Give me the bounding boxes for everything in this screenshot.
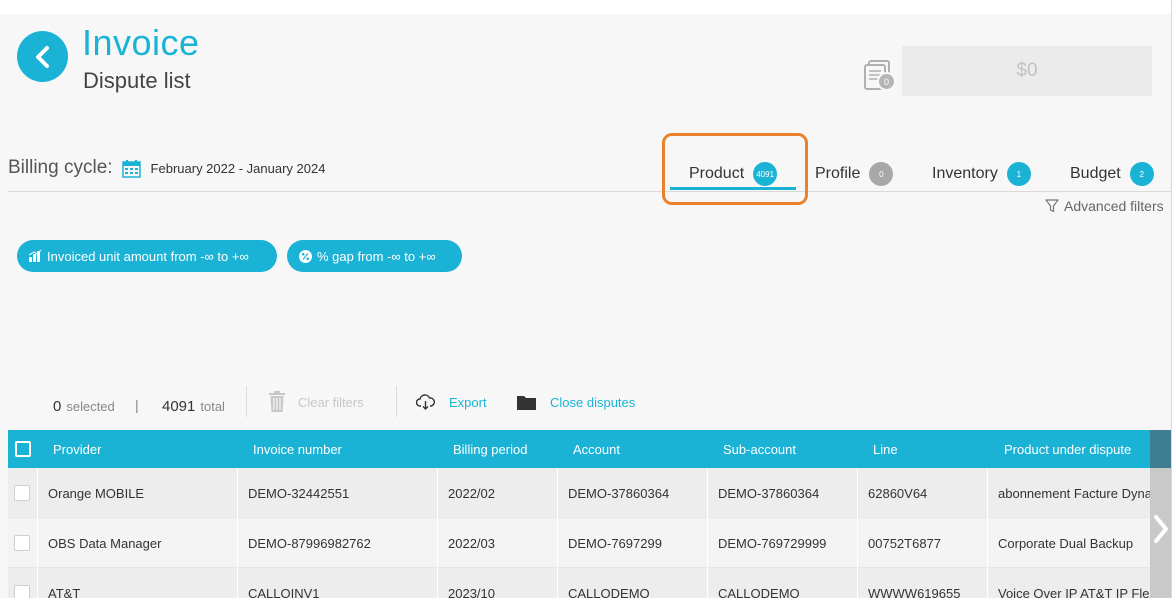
cell-sub-account: DEMO-769729999 xyxy=(707,518,857,568)
bar-chart-icon xyxy=(29,250,42,262)
horizontal-scroll-panel-header xyxy=(1150,430,1171,468)
folder-icon xyxy=(517,395,536,410)
select-all-checkbox[interactable] xyxy=(15,441,31,457)
cart-count-badge: 0 xyxy=(877,72,896,91)
tab-budget[interactable]: Budget 2 xyxy=(1070,157,1154,191)
export-label: Export xyxy=(449,394,487,410)
tabs-divider xyxy=(8,191,1171,192)
column-header-line[interactable]: Line xyxy=(873,430,898,468)
row-checkbox[interactable] xyxy=(14,485,30,501)
toolbar-divider xyxy=(246,386,247,417)
tab-product[interactable]: Product 4091 xyxy=(689,157,778,191)
cell-billing-period: 2022/02 xyxy=(437,468,557,518)
total-count-label: total xyxy=(200,398,225,414)
cell-product-under-dispute: abonnement Facture Dynamique xyxy=(987,468,1171,518)
cell-invoice-number: DEMO-87996982762 xyxy=(237,518,437,568)
table-row[interactable]: OBS Data Manager DEMO-87996982762 2022/0… xyxy=(8,518,1171,568)
column-header-sub-account[interactable]: Sub-account xyxy=(723,430,796,468)
cell-invoice-number: CALLOINV1 xyxy=(237,568,437,598)
table-toolbar: 0 selected | 4091 total Clear filters Ex… xyxy=(0,386,1171,418)
tab-profile-count: 0 xyxy=(869,162,894,186)
table-row[interactable]: AT&T CALLOINV1 2023/10 CALLODEMO CALLODE… xyxy=(8,568,1171,598)
tab-profile-label: Profile xyxy=(815,165,861,182)
cell-provider: OBS Data Manager xyxy=(37,518,237,568)
filter-chip-label: % gap from -∞ to +∞ xyxy=(317,248,436,264)
trash-icon xyxy=(269,391,285,412)
row-checkbox[interactable] xyxy=(14,535,30,551)
cell-line: 62860V64 xyxy=(857,468,987,518)
select-all-cell xyxy=(15,430,31,468)
filter-chip-invoiced-amount[interactable]: Invoiced unit amount from -∞ to +∞ xyxy=(17,240,277,272)
cell-line: WWWW619655 xyxy=(857,568,987,598)
total-count-value: 4091 xyxy=(162,397,196,415)
cell-provider: Orange MOBILE xyxy=(37,468,237,518)
close-disputes-button[interactable]: Close disputes xyxy=(517,386,635,418)
cell-billing-period: 2022/03 xyxy=(437,518,557,568)
clear-filters-button[interactable]: Clear filters xyxy=(268,386,364,418)
tab-inventory-count: 1 xyxy=(1006,162,1031,186)
column-header-invoice-number[interactable]: Invoice number xyxy=(253,430,342,468)
tab-product-count: 4091 xyxy=(753,162,778,186)
column-header-billing-period[interactable]: Billing period xyxy=(453,430,527,468)
selected-count: 0 selected xyxy=(53,390,115,422)
cell-provider: AT&T xyxy=(37,568,237,598)
cell-sub-account: CALLODEMO xyxy=(707,568,857,598)
export-button[interactable]: Export xyxy=(416,386,487,418)
cell-sub-account: DEMO-37860364 xyxy=(707,468,857,518)
filter-chip-label: Invoiced unit amount from -∞ to +∞ xyxy=(47,248,249,264)
calendar-icon[interactable] xyxy=(121,159,141,178)
dispute-table: Provider Invoice number Billing period A… xyxy=(8,430,1171,598)
column-header-product-under-dispute[interactable]: Product under dispute xyxy=(1004,430,1131,468)
page-subtitle: Dispute list xyxy=(83,68,191,93)
tab-profile[interactable]: Profile 0 xyxy=(815,157,894,191)
close-disputes-label: Close disputes xyxy=(550,394,636,410)
back-button[interactable] xyxy=(17,31,68,82)
table-row[interactable]: Orange MOBILE DEMO-32442551 2022/02 DEMO… xyxy=(8,468,1171,518)
tab-budget-count: 2 xyxy=(1129,162,1154,186)
total-count: 4091 total xyxy=(162,390,225,422)
selected-count-label: selected xyxy=(66,398,115,414)
table-header: Provider Invoice number Billing period A… xyxy=(8,430,1171,468)
page-title: Invoice xyxy=(82,22,200,63)
cell-account: DEMO-37860364 xyxy=(557,468,707,518)
cell-account: CALLODEMO xyxy=(557,568,707,598)
row-select-cell xyxy=(8,568,38,598)
row-select-cell xyxy=(8,518,38,568)
billing-cycle-label: Billing cycle: xyxy=(8,157,113,178)
cell-line: 00752T6877 xyxy=(857,518,987,568)
tab-inventory[interactable]: Inventory 1 xyxy=(932,157,1031,191)
column-header-account[interactable]: Account xyxy=(573,430,620,468)
billing-cycle-range[interactable]: February 2022 - January 2024 xyxy=(151,161,326,176)
cell-invoice-number: DEMO-32442551 xyxy=(237,468,437,518)
filter-icon xyxy=(1045,199,1059,213)
cell-product-under-dispute: Corporate Dual Backup xyxy=(987,518,1171,568)
active-tab-underline xyxy=(670,187,796,190)
filter-chip-gap[interactable]: % gap from -∞ to +∞ xyxy=(287,240,462,272)
toolbar-divider xyxy=(396,386,397,417)
cell-account: DEMO-7697299 xyxy=(557,518,707,568)
cloud-download-icon xyxy=(416,394,435,410)
dispute-amount: $0 xyxy=(902,46,1152,96)
advanced-filters-link[interactable]: Advanced filters xyxy=(1045,198,1164,214)
row-select-cell xyxy=(8,468,38,518)
tab-inventory-label: Inventory xyxy=(932,165,998,182)
column-header-provider[interactable]: Provider xyxy=(53,430,101,468)
advanced-filters-label: Advanced filters xyxy=(1064,198,1164,214)
count-separator: | xyxy=(135,397,139,413)
chevron-right-icon[interactable] xyxy=(1152,514,1170,544)
row-checkbox[interactable] xyxy=(14,585,30,598)
cell-billing-period: 2023/10 xyxy=(437,568,557,598)
page: Invoice Dispute list 0 $0 Billing cycle:… xyxy=(0,14,1171,598)
cell-product-under-dispute: Voice Over IP AT&T IP Flexible Reach xyxy=(987,568,1171,598)
window-edge xyxy=(1171,0,1175,598)
clear-filters-label: Clear filters xyxy=(298,394,364,410)
tab-budget-label: Budget xyxy=(1070,165,1121,182)
selected-count-value: 0 xyxy=(53,397,62,415)
billing-cycle: Billing cycle: February 2022 - January 2… xyxy=(8,157,325,179)
chevron-left-icon xyxy=(35,45,49,68)
percent-icon xyxy=(299,249,312,263)
tab-product-label: Product xyxy=(689,165,745,182)
